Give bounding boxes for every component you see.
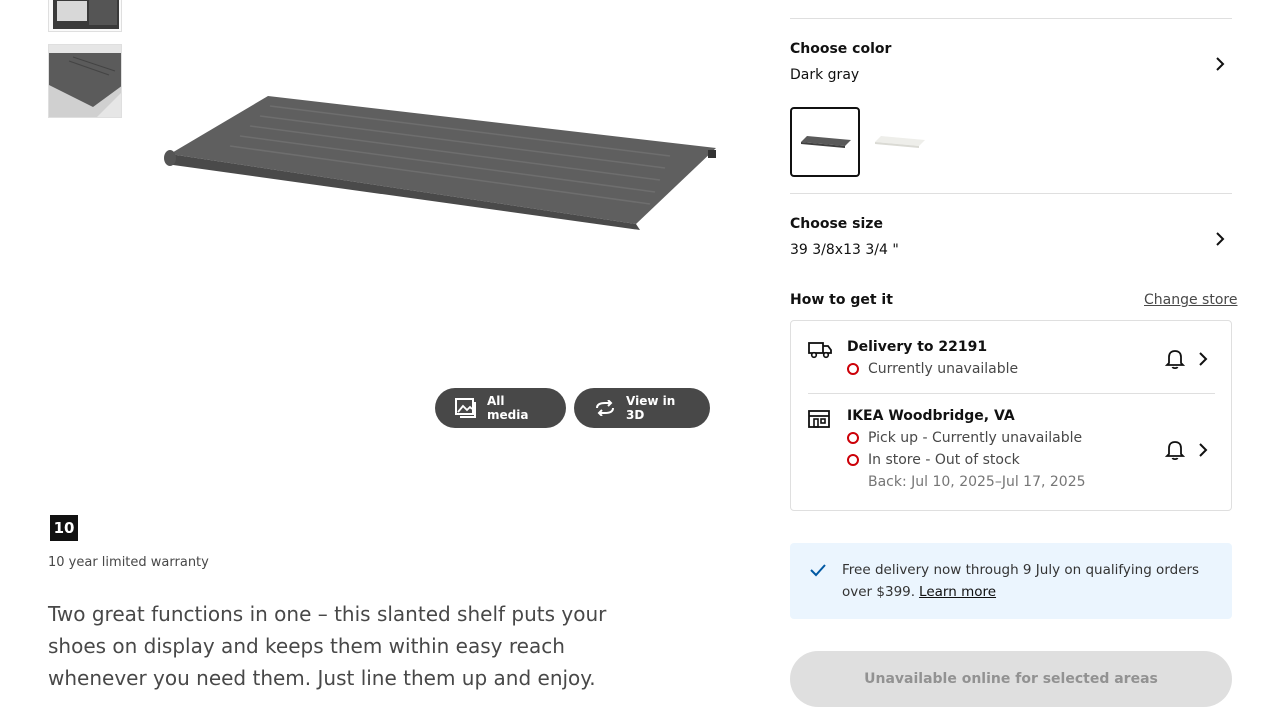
change-store-link[interactable]: Change store [1144,292,1237,308]
divider [790,193,1232,194]
choose-size-title: Choose size [790,216,883,232]
rotate-3d-icon [596,400,614,416]
all-media-button[interactable]: All media [435,388,566,428]
bell-icon[interactable] [1165,439,1185,461]
color-chevron-right-icon[interactable] [1212,56,1228,72]
image-gallery-icon [455,398,476,418]
color-value: Dark gray [790,67,860,83]
size-chevron-right-icon[interactable] [1212,231,1228,247]
product-image [150,70,730,250]
delivery-title: Delivery to 22191 [847,339,988,355]
warranty-text: 10 year limited warranty [48,555,209,570]
status-indicator [847,454,859,466]
color-swatch-white[interactable] [864,107,934,177]
availability-box: Delivery to 22191 Currently unavailable … [790,320,1232,511]
all-media-label: All media [487,394,529,422]
thumbnail-2[interactable] [48,44,122,118]
how-to-get-it-title: How to get it [790,292,893,308]
free-delivery-banner: Free delivery now through 9 July on qual… [790,543,1232,619]
truck-icon [808,342,832,359]
store-title: IKEA Woodbridge, VA [847,408,1015,424]
pickup-status: Pick up - Currently unavailable [847,430,1082,446]
restock-date: Back: Jul 10, 2025–Jul 17, 2025 [868,474,1086,490]
view-in-3d-button[interactable]: View in 3D [574,388,710,428]
status-indicator [847,432,859,444]
view-in-3d-label: View in 3D [626,394,676,422]
promo-message: Free delivery now through 9 July on qual… [842,562,1200,600]
product-description: Two great functions in one – this slante… [48,602,607,690]
color-swatch-dark-gray[interactable] [790,107,860,177]
delivery-status: Currently unavailable [847,361,1018,377]
thumbnail-1[interactable] [48,0,122,32]
add-to-bag-button-disabled[interactable]: Unavailable online for selected areas [790,651,1232,707]
size-value: 39 3/8x13 3/4 " [790,242,899,258]
bell-icon[interactable] [1165,348,1185,370]
in-store-status: In store - Out of stock [847,452,1020,468]
store-icon [808,410,830,428]
divider [808,393,1215,394]
in-store-status-text: In store - Out of stock [868,452,1020,468]
choose-color-title: Choose color [790,41,892,57]
warranty-badge: 10 [50,515,78,541]
divider [790,18,1232,19]
status-indicator [847,363,859,375]
delivery-status-text: Currently unavailable [868,361,1019,377]
pickup-status-text: Pick up - Currently unavailable [868,430,1083,446]
promo-text: Free delivery now through 9 July on qual… [842,559,1212,603]
delivery-chevron-right-icon[interactable] [1195,351,1211,367]
store-chevron-right-icon[interactable] [1195,442,1211,458]
learn-more-link[interactable]: Learn more [919,584,996,600]
checkmark-icon [810,564,826,577]
